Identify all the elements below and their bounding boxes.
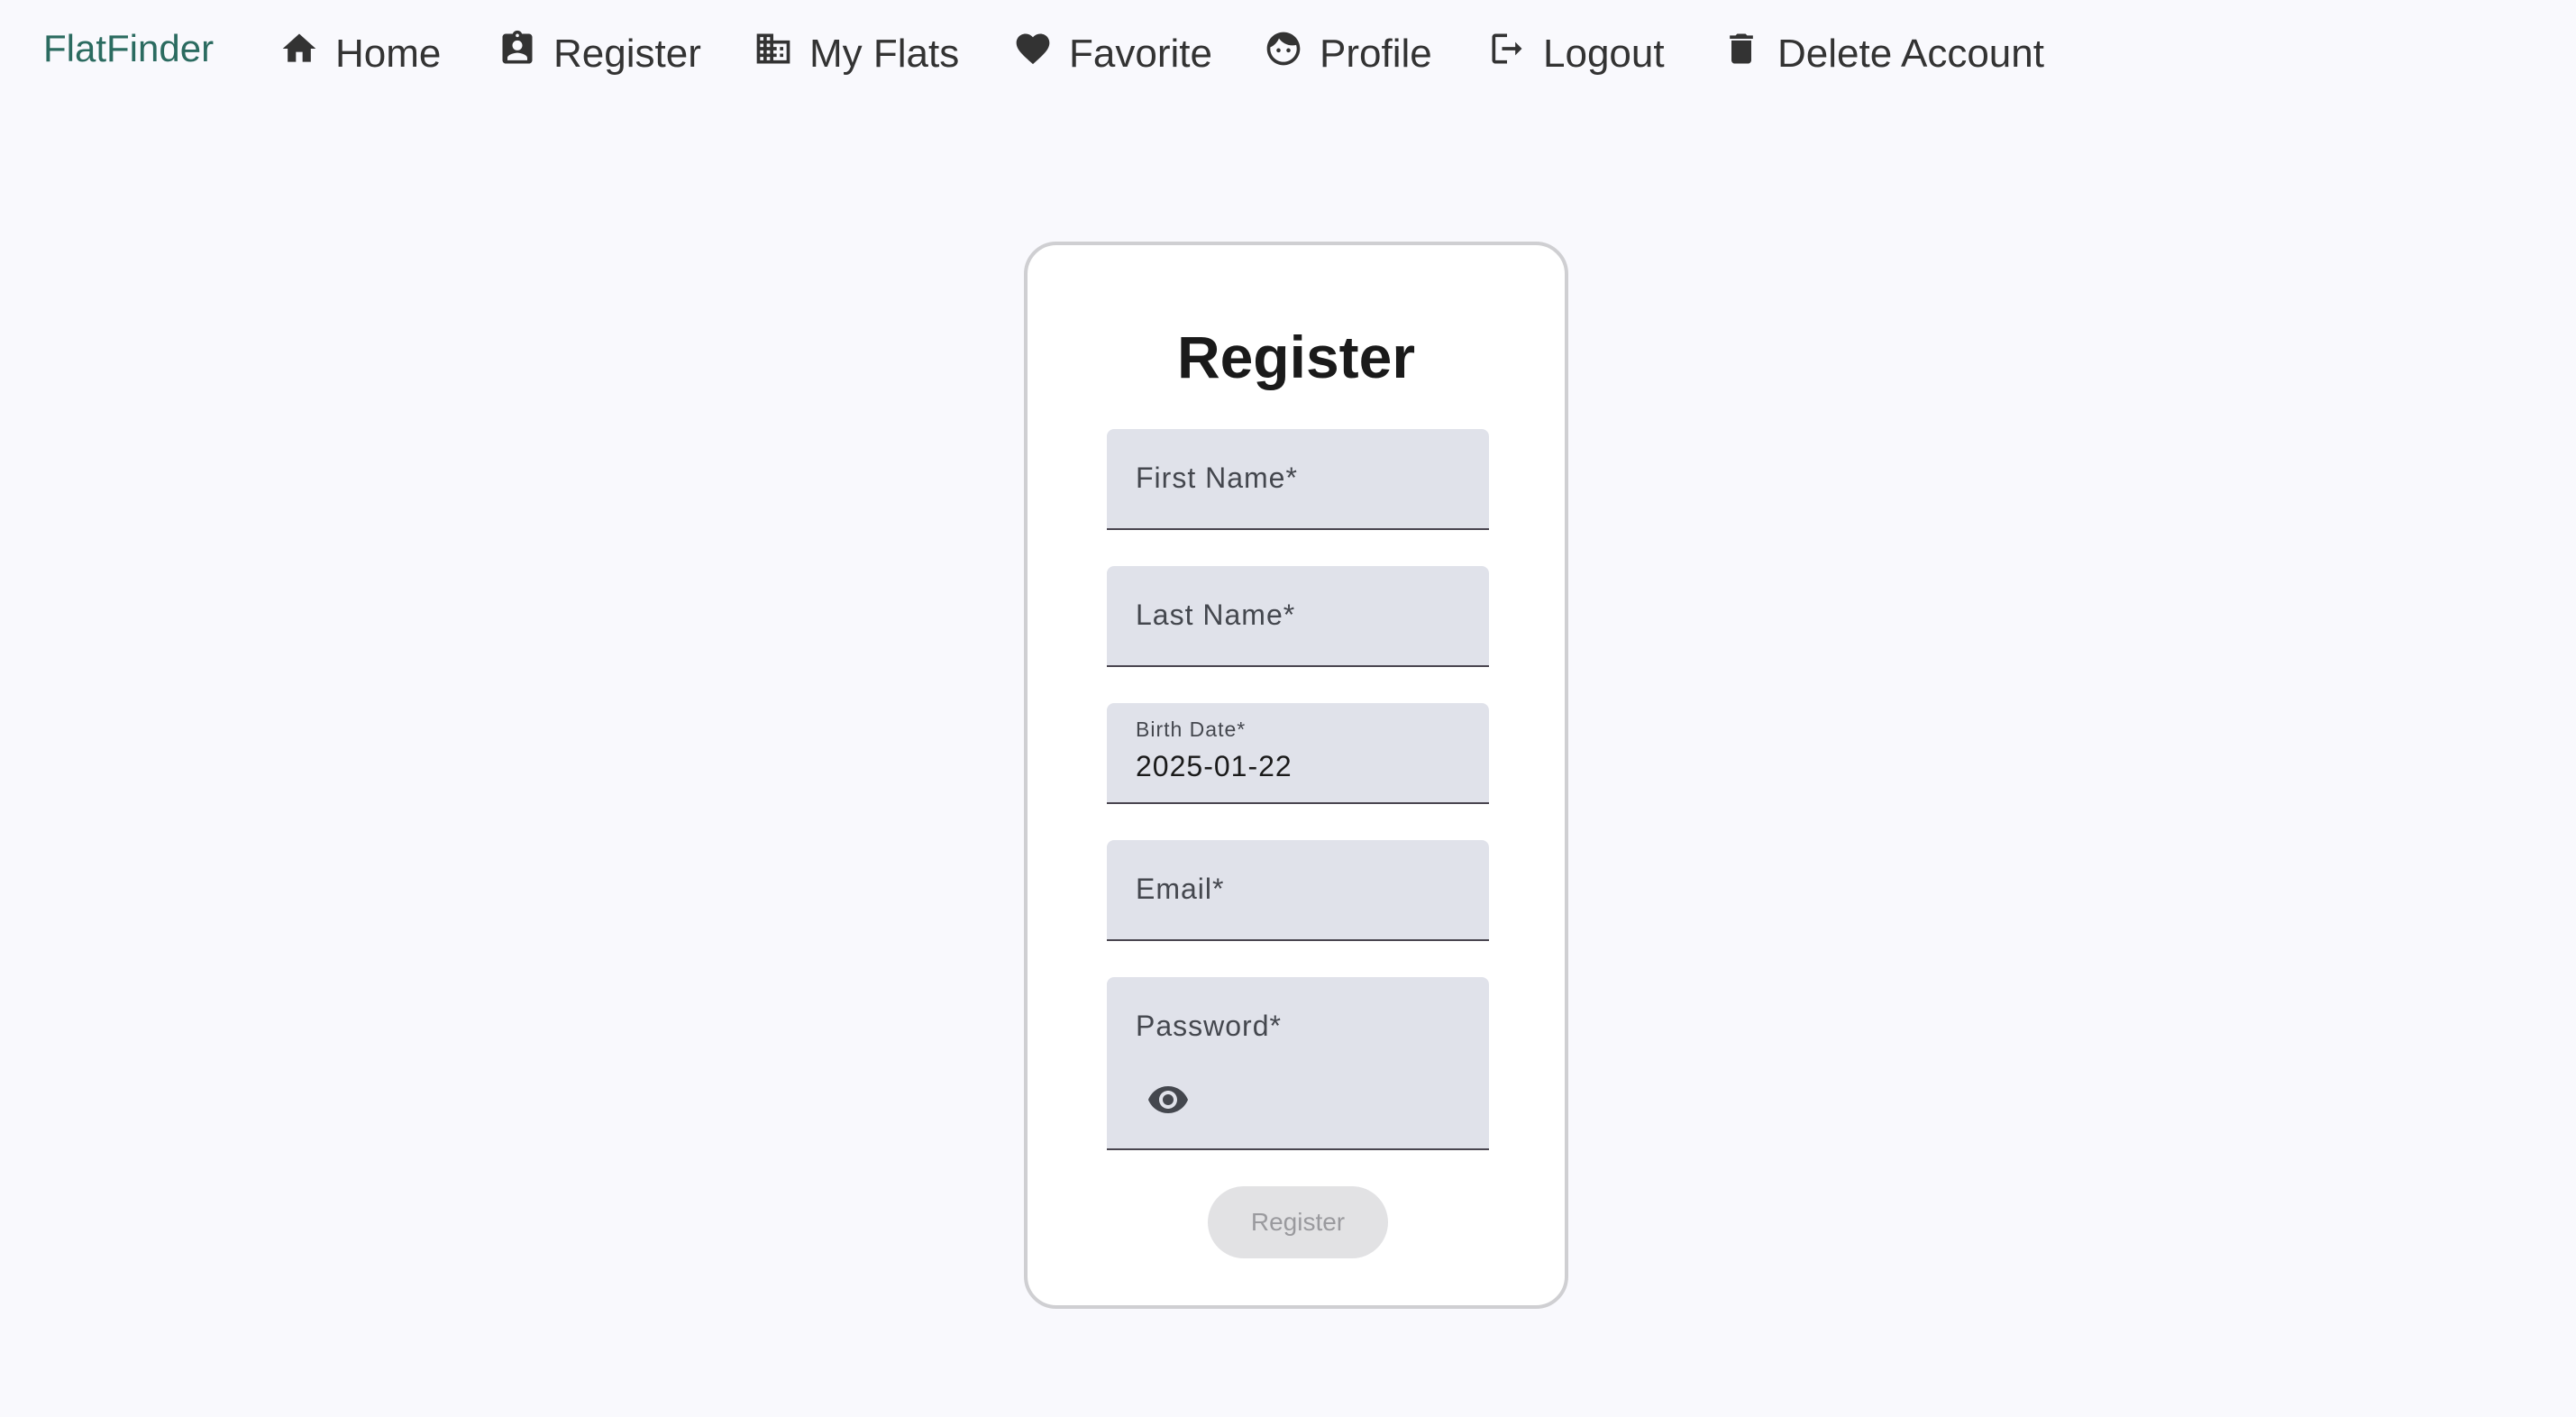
- first-name-label: First Name*: [1136, 462, 1298, 494]
- nav-delete-account-label: Delete Account: [1777, 32, 2044, 76]
- nav-profile-label: Profile: [1320, 32, 1432, 76]
- eye-icon[interactable]: [1146, 1078, 1190, 1121]
- nav-logout-label: Logout: [1543, 32, 1665, 76]
- face-icon: [1266, 32, 1301, 66]
- nav-home-label: Home: [335, 32, 442, 76]
- building-icon: [756, 33, 790, 64]
- nav-delete-account[interactable]: Delete Account: [1722, 25, 2044, 83]
- nav-my-flats-label: My Flats: [809, 32, 960, 76]
- password-field[interactable]: Password*: [1107, 977, 1489, 1150]
- password-label: Password*: [1136, 1010, 1282, 1042]
- top-navbar: FlatFinder Home Register My Flats Favori…: [0, 0, 2576, 108]
- nav-favorite-label: Favorite: [1069, 32, 1212, 76]
- nav-logout[interactable]: Logout: [1487, 25, 1665, 83]
- register-submit-button[interactable]: Register: [1208, 1186, 1388, 1258]
- nav-profile[interactable]: Profile: [1264, 25, 1432, 83]
- heart-icon: [1016, 33, 1050, 65]
- logout-icon: [1492, 33, 1522, 64]
- birth-date-value: 2025-01-22: [1136, 750, 1293, 782]
- id-badge-icon: [502, 30, 533, 64]
- trash-icon: [1730, 33, 1753, 64]
- register-card: Register First Name* Last Name* Birth Da…: [1024, 242, 1568, 1309]
- nav-my-flats[interactable]: My Flats: [754, 25, 959, 83]
- email-label: Email*: [1136, 873, 1225, 905]
- email-field[interactable]: Email*: [1107, 840, 1489, 941]
- birth-date-field[interactable]: Birth Date* 2025-01-22: [1107, 703, 1489, 804]
- last-name-field[interactable]: Last Name*: [1107, 566, 1489, 667]
- nav-home[interactable]: Home: [279, 25, 441, 83]
- form-title: Register: [1176, 324, 1416, 390]
- birth-date-label: Birth Date*: [1136, 718, 1247, 741]
- nav-register[interactable]: Register: [498, 25, 701, 83]
- nav-register-label: Register: [553, 32, 701, 76]
- last-name-label: Last Name*: [1136, 599, 1296, 631]
- brand-logo[interactable]: FlatFinder: [43, 23, 214, 74]
- first-name-field[interactable]: First Name*: [1107, 429, 1489, 530]
- home-icon: [282, 33, 316, 62]
- nav-favorite[interactable]: Favorite: [1013, 25, 1212, 83]
